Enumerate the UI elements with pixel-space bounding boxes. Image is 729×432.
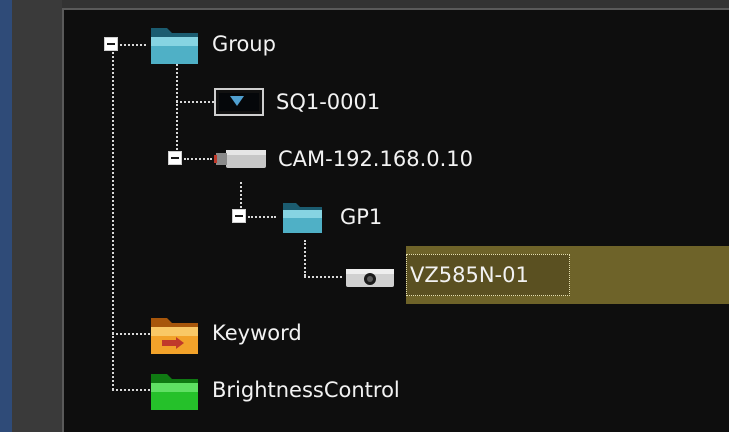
tree-line	[112, 333, 150, 335]
tree-line	[112, 52, 114, 390]
tree-node-label-brightness[interactable]: BrightnessControl	[212, 376, 400, 404]
tree-line	[176, 64, 178, 158]
app-window: Group SQ1-0001 CAM-192.168.0.10 GP1 VZ58…	[0, 0, 729, 432]
tree-node-label-group[interactable]: Group	[212, 30, 276, 58]
document-camera-icon	[346, 269, 394, 287]
tree-node-label-keyword[interactable]: Keyword	[212, 319, 302, 347]
folder-green-icon	[151, 374, 198, 410]
collapse-gp1-button[interactable]	[232, 209, 246, 223]
minus-icon	[171, 157, 179, 159]
monitor-device-icon	[214, 88, 264, 116]
tree-line	[120, 44, 146, 46]
tree-node-label-gp1[interactable]: GP1	[340, 203, 382, 231]
minus-icon	[235, 215, 243, 217]
tree-line	[112, 389, 150, 391]
tree-line	[304, 276, 342, 278]
tree-node-label-vz585[interactable]: VZ585N-01	[410, 261, 529, 289]
collapse-cam-button[interactable]	[168, 151, 182, 165]
minus-icon	[107, 43, 115, 45]
side-gutter	[12, 0, 62, 432]
folder-orange-icon	[151, 318, 198, 354]
camera-icon	[214, 150, 266, 168]
tree-line	[304, 240, 306, 276]
tree-line	[248, 216, 276, 218]
folder-teal-icon	[151, 28, 198, 64]
tree-node-label-sq1[interactable]: SQ1-0001	[276, 88, 380, 116]
tree-node-label-cam[interactable]: CAM-192.168.0.10	[278, 145, 473, 173]
tree-line	[184, 158, 212, 160]
collapse-group-button[interactable]	[104, 37, 118, 51]
tree-line	[176, 101, 214, 103]
window-edge	[0, 0, 12, 432]
folder-teal-icon	[283, 203, 322, 233]
